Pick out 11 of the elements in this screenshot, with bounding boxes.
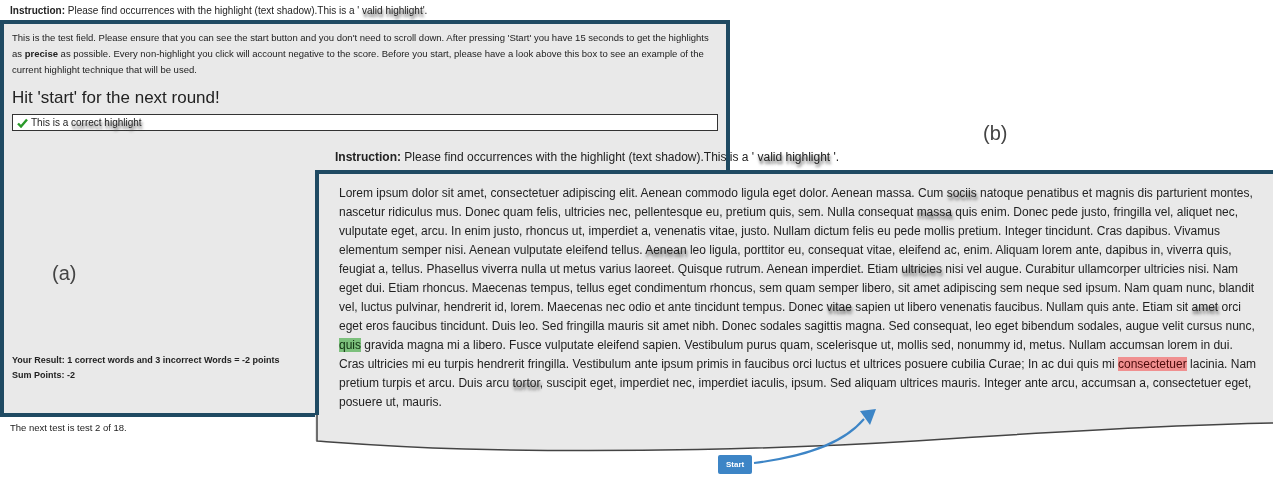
panel-label: (a): [52, 262, 77, 285]
passage-text: Lorem ipsum dolor sit amet, consectetuer adipiscing elit. Aenean commodo ligula eget dolor. Aenean massa. Cum sociis natoque penatibus et magnis dis parturient montes, nascetur ridiculus mus. Donec quam felis, ultricies nec, pellentesque eu, pretium quis, sem. Nulla consequat massa quis enim. Donec pede justo, fringilla vel, aliquet nec, vulputate eget, arcu. In enim justo, rhoncus ut, imperdiet a, venenatis vitae, justo. Nullam dictum felis eu pede mollis pretium. Integer tincidunt. Cras dapibus. Vivamus elementum semper nisi. Aenean vulputate eleifend tellus. Aenean leo ligula, porttitor eu, consequat vitae, eleifend ac, enim. Aliquam lorem ante, dapibus in, viverra quis, feugiat a, tellus. Phasellus viverra nulla ut metus varius laoreet. Quisque rutrum. Aenean imperdiet. Etiam ultricies nisi vel augue. Curabitur ullamcorper ultricies nisi. Nam eget dui. Etiam rhoncus. Maecenas tempus, tellus eget condimentum rhoncus, sem quam semper libero, sit amet adipiscing sem neque sed ipsum. Nam quam nunc, blandit vel, luctus pulvinar, hendrerit id, lorem. Maecenas nec odio et ante tincidunt tempus. Donec vitae sapien ut libero venenatis faucibus. Nullam quis ante. Etiam sit amet orci eget eros faucibus tincidunt. Duis leo. Sed fringilla mauris sit amet nibh. Donec sodales sagittis magna. Sed consequat, leo eget bibendum sodales, augue velit cursus nunc, quis gravida magna mi a libero. Fusce vulputate eleifend sapien. Vestibulum purus quam, scelerisque ut, mollis sed, nonummy id, metus. Nullam accumsan lorem in dui. Cras ultricies mi eu turpis hendrerit fringilla. Vestibulum ante ipsum primis in faucibus orci luctus et ultrices posuere cubilia Curae; In ac dui quis mi consectetuer lacinia. Nam pretium turpis et arcu. Duis arcu tortor, suscipit eget, imperdiet nec, imperdiet iaculis, ipsum. Sed aliquam ultrices mauris. Integer ante arcu, accumsan a, consectetuer eget, posuere ut, mauris.: [339, 185, 1258, 411]
next-test-text: The next test is test 2 of 18.: [9, 421, 128, 435]
instruction-text: Instruction: Please find occurrences with the highlight (text shadow).This is a ' valid highlight '.: [334, 150, 841, 166]
result-text: Your Result: 1 correct words and 3 incorrect Words = -2 points: [12, 354, 280, 367]
sum-points-text: Sum Points: -2: [12, 369, 75, 382]
instruction-text: Instruction: Please find occurrences with the highlight (text shadow).This is a ' valid highlight'.: [9, 4, 429, 18]
example-text: This is a correct highlight: [31, 117, 142, 128]
description-text: This is the test field. Please ensure that you can see the start button and you don't need to scroll down. After pressing 'Start' you have 15 seconds to get the highlights as precise as possible. Every non-highlight you click will account negative to the score. Before you start, please have a look above this box to see an example of the current highlight technique that will be used.: [12, 31, 710, 77]
round-heading: Hit 'start' for the next round!: [12, 88, 221, 108]
panel-label: (b): [983, 122, 1008, 145]
